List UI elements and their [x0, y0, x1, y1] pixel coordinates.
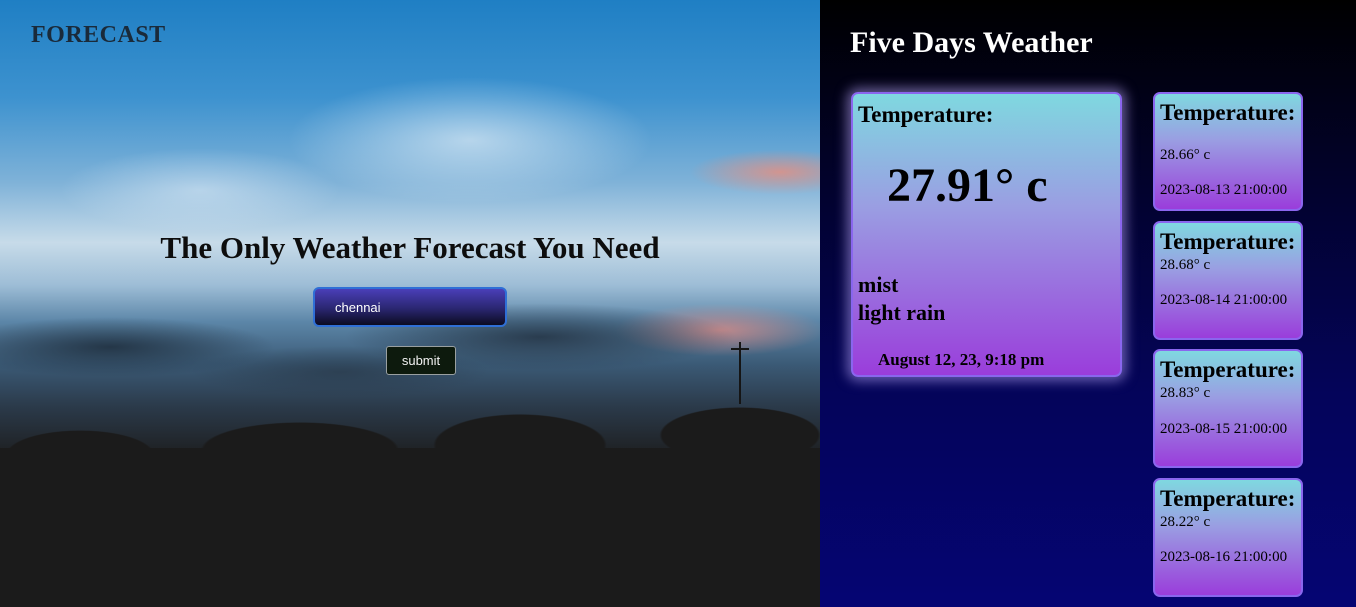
current-temperature-value: 27.91° c [887, 159, 1048, 212]
current-condition-description: light rain [858, 300, 946, 325]
day-temperature-label: Temperature: [1160, 486, 1296, 511]
forecast-panel: Five Days Weather Temperature: 27.91° c … [820, 0, 1356, 607]
forecast-day-card: Temperature: 28.66° c 2023-08-13 21:00:0… [1153, 92, 1303, 211]
day-temperature-value: 28.22° c [1160, 514, 1211, 530]
forecast-title: Five Days Weather [850, 26, 1093, 59]
forecast-day-card: Temperature: 28.22° c 2023-08-16 21:00:0… [1153, 478, 1303, 597]
current-temperature-label: Temperature: [858, 102, 994, 127]
submit-button[interactable]: submit [386, 346, 456, 375]
day-temperature-label: Temperature: [1160, 229, 1296, 254]
city-search-input[interactable] [313, 287, 507, 327]
utility-pole [739, 342, 741, 404]
day-temperature-value: 28.68° c [1160, 257, 1211, 273]
current-weather-card: Temperature: 27.91° c mist light rain Au… [851, 92, 1122, 377]
day-datetime: 2023-08-13 21:00:00 [1160, 182, 1288, 198]
current-datetime: August 12, 23, 9:18 pm [878, 350, 1045, 369]
day-datetime: 2023-08-15 21:00:00 [1160, 421, 1288, 437]
day-datetime: 2023-08-16 21:00:00 [1160, 549, 1288, 565]
day-temperature-label: Temperature: [1160, 100, 1296, 125]
day-temperature-label: Temperature: [1160, 357, 1296, 382]
utility-pole-crossbar [731, 348, 749, 350]
day-temperature-value: 28.66° c [1160, 147, 1211, 163]
forecast-day-card: Temperature: 28.68° c 2023-08-14 21:00:0… [1153, 221, 1303, 340]
day-temperature-value: 28.83° c [1160, 385, 1211, 401]
ground [0, 448, 820, 607]
day-datetime: 2023-08-14 21:00:00 [1160, 292, 1288, 308]
hero-headline: The Only Weather Forecast You Need [160, 230, 660, 265]
hero-section: FORECAST The Only Weather Forecast You N… [0, 0, 820, 607]
forecast-day-card: Temperature: 28.83° c 2023-08-15 21:00:0… [1153, 349, 1303, 468]
current-condition-main: mist [858, 272, 899, 297]
brand-logo[interactable]: FORECAST [31, 22, 166, 49]
